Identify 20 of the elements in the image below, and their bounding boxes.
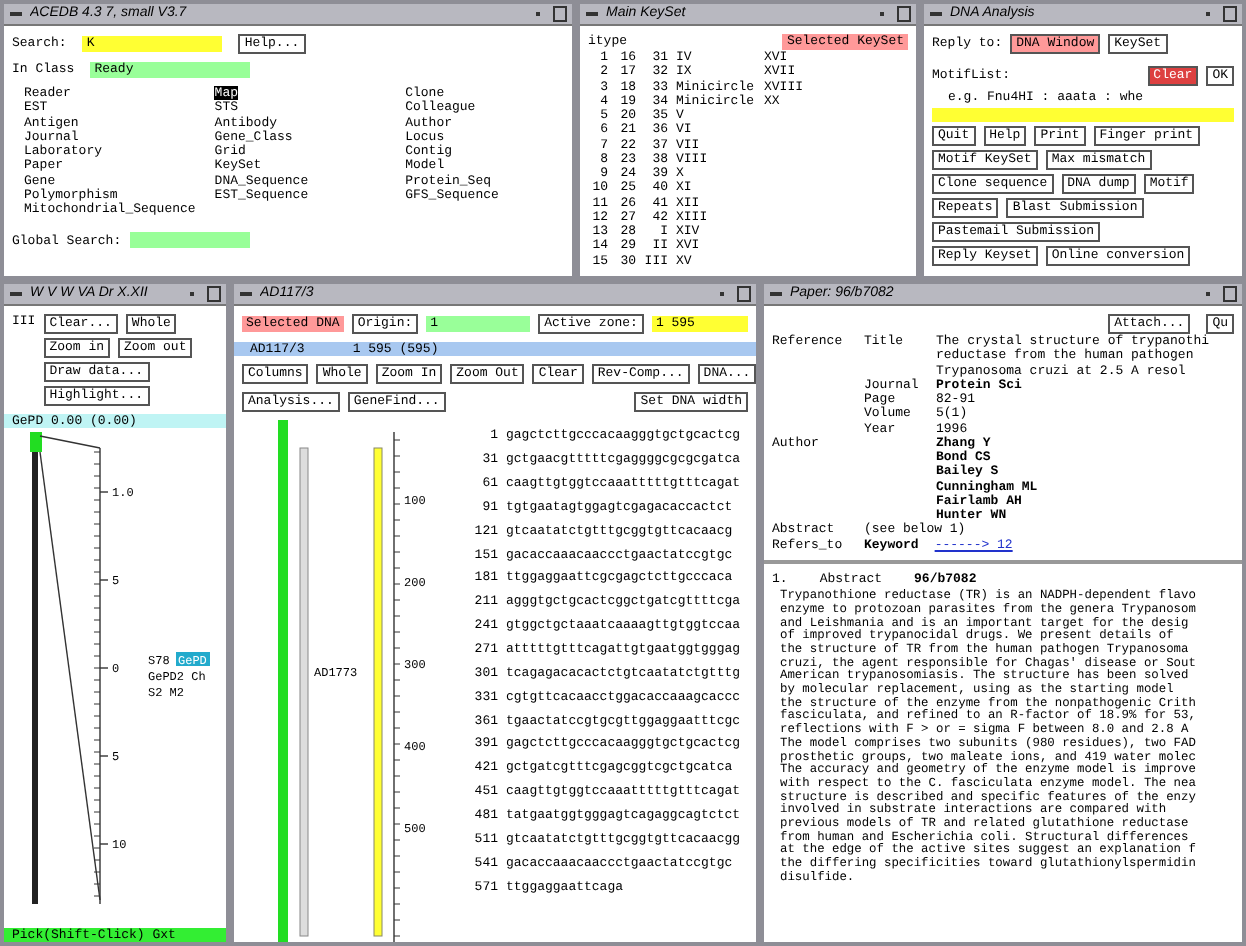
minimize-icon[interactable] [184, 286, 200, 302]
motif-field[interactable] [932, 108, 1234, 123]
minimize-icon[interactable] [530, 6, 546, 22]
global-search-field[interactable] [129, 232, 250, 249]
menu-icon[interactable] [768, 286, 784, 302]
maximize-icon[interactable] [896, 6, 912, 22]
minimize-icon[interactable] [874, 6, 890, 22]
menu-icon[interactable] [8, 286, 24, 302]
maximize-icon[interactable] [1222, 6, 1238, 22]
menu-icon[interactable] [8, 6, 24, 22]
maximize-icon[interactable] [1222, 286, 1238, 302]
menu-icon[interactable] [584, 6, 600, 22]
minimize-icon[interactable] [714, 286, 730, 302]
minimize-icon[interactable] [1200, 286, 1216, 302]
maximize-icon[interactable] [206, 286, 222, 302]
menu-icon[interactable] [238, 286, 254, 302]
maximize-icon[interactable] [736, 286, 752, 302]
maximize-icon[interactable] [552, 6, 568, 22]
menu-icon[interactable] [928, 6, 944, 22]
minimize-icon[interactable] [1200, 6, 1216, 22]
